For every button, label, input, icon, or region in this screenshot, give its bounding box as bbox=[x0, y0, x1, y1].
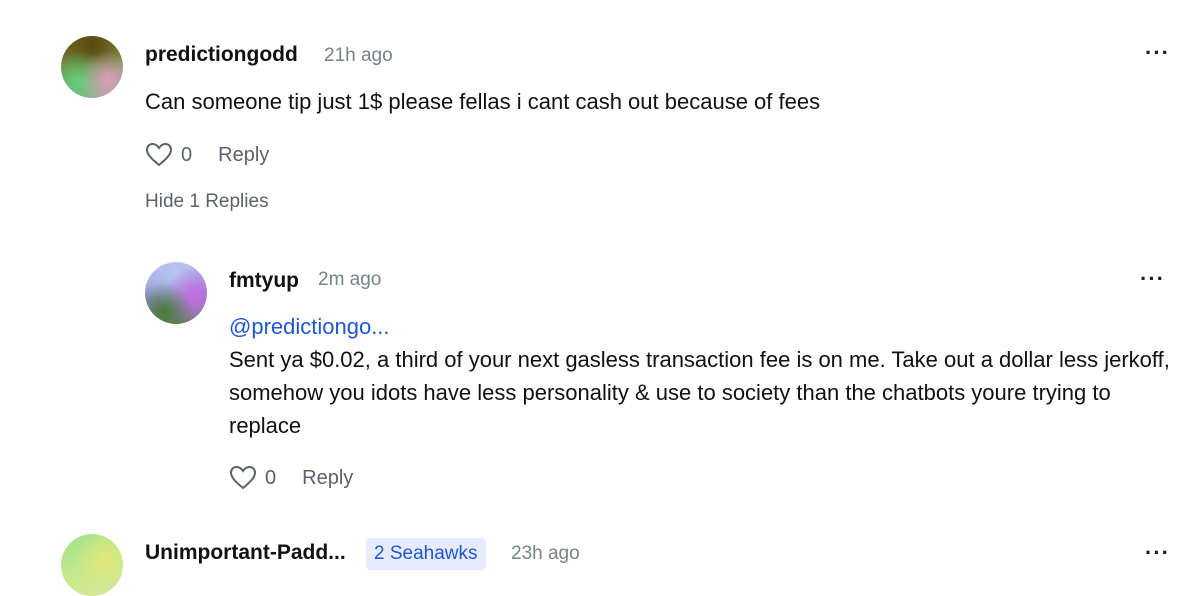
comment-text: Can someone tip just 1$ please fellas i … bbox=[145, 89, 821, 114]
like-count: 0 bbox=[265, 466, 277, 489]
reply-button[interactable]: Reply bbox=[218, 144, 269, 167]
comment-timestamp: 2m ago bbox=[318, 269, 382, 290]
comment-username[interactable]: fmtyup bbox=[229, 269, 299, 293]
comment-actions: 0 Reply bbox=[229, 463, 353, 493]
heart-icon[interactable] bbox=[229, 465, 257, 491]
mention-link[interactable]: @predictiongo... bbox=[229, 314, 390, 340]
comment-timestamp: 23h ago bbox=[511, 543, 580, 564]
comment-actions: 0 Reply bbox=[145, 140, 269, 170]
comment-username[interactable]: Unimportant-Padd... bbox=[145, 541, 346, 565]
heart-icon[interactable] bbox=[145, 142, 173, 168]
avatar[interactable] bbox=[61, 534, 123, 596]
more-options-icon[interactable]: ··· bbox=[1140, 268, 1165, 290]
comment-timestamp: 21h ago bbox=[324, 45, 393, 66]
comment-username[interactable]: predictiongodd bbox=[145, 43, 298, 67]
position-badge: 2 Seahawks bbox=[366, 538, 486, 570]
reply-button[interactable]: Reply bbox=[302, 467, 353, 490]
like-count: 0 bbox=[181, 143, 193, 166]
hide-replies-button[interactable]: Hide 1 Replies bbox=[145, 191, 269, 213]
comment-text: Sent ya $0.02, a third of your next gasl… bbox=[229, 347, 1170, 438]
more-options-icon[interactable]: ··· bbox=[1145, 42, 1170, 64]
avatar[interactable] bbox=[61, 36, 123, 98]
avatar[interactable] bbox=[145, 262, 207, 324]
more-options-icon[interactable]: ··· bbox=[1145, 542, 1170, 564]
